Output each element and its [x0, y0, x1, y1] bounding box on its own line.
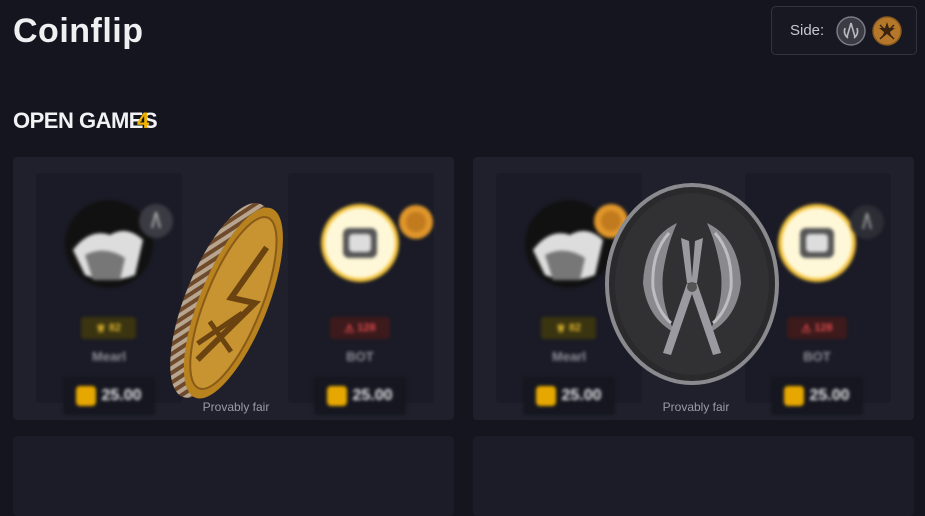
player-panel: ♕ 82 Mearl 25.00	[36, 173, 182, 415]
coin-icon	[784, 386, 805, 406]
page-title: Coinflip	[13, 12, 144, 50]
t-icon	[399, 205, 433, 239]
side-selector: Side:	[771, 6, 917, 55]
open-games-heading: OPEN GAMES	[13, 108, 158, 133]
game-card[interactable]: ♕ 82 Mearl 25.00 ⚠ 128 BOT 25.00 Provabl…	[13, 157, 454, 420]
rank-icon: ⚠	[801, 322, 812, 335]
coin-icon	[76, 386, 97, 406]
coin-icon	[536, 386, 557, 406]
player-name: Mearl	[92, 349, 126, 364]
rank-icon: ♕	[95, 322, 106, 335]
provably-fair-label[interactable]: Provably fair	[636, 400, 756, 414]
avatar	[321, 204, 399, 282]
level-badge: ♕ 82	[81, 317, 136, 339]
game-card[interactable]	[473, 436, 914, 516]
bet-amount: 25.00	[523, 377, 615, 415]
coin-edge-icon	[170, 203, 283, 399]
t-icon[interactable]	[872, 15, 902, 46]
bet-amount: 25.00	[771, 377, 863, 415]
avatar	[778, 204, 856, 282]
side-label: Side:	[790, 22, 825, 39]
rank-icon: ♕	[555, 322, 566, 335]
open-games-count: 4	[137, 108, 150, 133]
level-badge: ⚠ 128	[330, 317, 390, 339]
provably-fair-label[interactable]: Provably fair	[176, 400, 296, 414]
rank-icon: ⚠	[344, 322, 355, 335]
game-card[interactable]: ♕ 82 Mearl 25.00 ⚠ 128 BOT 25.00 Provabl…	[473, 157, 914, 420]
player-panel: ⚠ 128 BOT 25.00	[288, 173, 434, 415]
ct-icon	[850, 205, 884, 239]
coin-icon	[327, 386, 348, 406]
level-badge: ♕ 82	[541, 317, 596, 339]
player-name: Mearl	[552, 349, 586, 364]
game-card[interactable]	[13, 436, 454, 516]
player-name: BOT	[346, 349, 374, 364]
ct-coin-icon	[605, 183, 779, 385]
ct-icon[interactable]	[836, 15, 866, 46]
player-name: BOT	[803, 349, 831, 364]
bet-amount: 25.00	[314, 377, 406, 415]
bet-amount: 25.00	[63, 377, 155, 415]
level-badge: ⚠ 128	[787, 317, 847, 339]
